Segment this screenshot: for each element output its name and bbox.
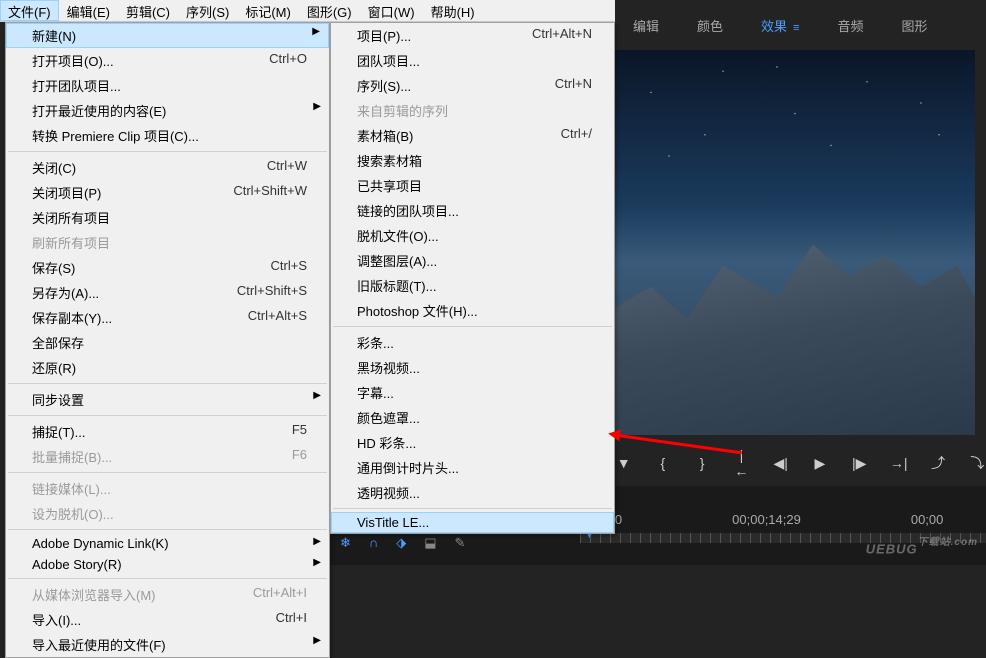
- menu-separator: [8, 578, 327, 579]
- menu-item-batch-capture: 批量捕捉(B)...F6: [6, 444, 329, 469]
- menu-item-open-project[interactable]: 打开项目(O)...Ctrl+O: [6, 48, 329, 73]
- menu-separator: [333, 326, 612, 327]
- menu-item-adobe-dynamic-link[interactable]: Adobe Dynamic Link(K)▶: [6, 533, 329, 554]
- ruler-label: 00;00: [911, 512, 944, 527]
- menu-item-close-all-projects[interactable]: 关闭所有项目: [6, 205, 329, 230]
- submenu-item-color-matte[interactable]: 颜色遮罩...: [331, 405, 614, 430]
- menu-item-save-copy[interactable]: 保存副本(Y)...Ctrl+Alt+S: [6, 305, 329, 330]
- menu-separator: [8, 529, 327, 530]
- extract-icon[interactable]: ⤵: [969, 453, 986, 473]
- marker-icon[interactable]: ⬓: [424, 535, 436, 551]
- watermark: UEBUG下载站.com: [866, 533, 978, 559]
- menu-clip[interactable]: 剪辑(C): [118, 0, 178, 21]
- viewer-image: [615, 50, 975, 262]
- menu-separator: [333, 508, 612, 509]
- menu-item-refresh-all-projects: 刷新所有项目: [6, 230, 329, 255]
- play-icon[interactable]: ▶: [811, 455, 828, 472]
- menu-item-save[interactable]: 保存(S)Ctrl+S: [6, 255, 329, 280]
- menu-icon: ≡: [793, 22, 799, 34]
- menu-item-save-as[interactable]: 另存为(A)...Ctrl+Shift+S: [6, 280, 329, 305]
- menu-item-import-recent[interactable]: 导入最近使用的文件(F)▶: [6, 632, 329, 657]
- menu-file[interactable]: 文件(F): [0, 0, 59, 21]
- workspace-tab-edit[interactable]: 编辑: [633, 16, 659, 35]
- menu-window[interactable]: 窗口(W): [360, 0, 423, 21]
- settings-icon[interactable]: ✎: [455, 535, 466, 551]
- workspace-tab-effects[interactable]: 效果≡: [761, 16, 799, 35]
- submenu-item-hd-bars[interactable]: HD 彩条...: [331, 430, 614, 455]
- submenu-item-universal-counting[interactable]: 通用倒计时片头...: [331, 455, 614, 480]
- ruler-label: 00;00;14;29: [732, 512, 801, 527]
- mark-out-icon[interactable]: }: [694, 455, 711, 471]
- timeline-tools: ❄ ∩ ⬗ ⬓ ✎: [338, 535, 572, 551]
- submenu-item-linked-team-project[interactable]: 链接的团队项目...: [331, 198, 614, 223]
- submenu-item-sequence[interactable]: 序列(S)...Ctrl+N: [331, 73, 614, 98]
- menu-item-make-offline: 设为脱机(O)...: [6, 501, 329, 526]
- step-forward-icon[interactable]: |▶: [851, 455, 868, 472]
- lift-icon[interactable]: ⤴: [929, 453, 946, 473]
- marker-add-icon[interactable]: ▼: [615, 455, 632, 471]
- submenu-item-search-bin[interactable]: 搜索素材箱: [331, 148, 614, 173]
- menu-item-link-media: 链接媒体(L)...: [6, 476, 329, 501]
- menu-item-sync-settings[interactable]: 同步设置▶: [6, 387, 329, 412]
- menu-help[interactable]: 帮助(H): [423, 0, 483, 21]
- menu-marker[interactable]: 标记(M): [237, 0, 299, 21]
- submenu-item-adjustment-layer[interactable]: 调整图层(A)...: [331, 248, 614, 273]
- workspace-tab-audio[interactable]: 音频: [837, 16, 863, 35]
- snap-icon[interactable]: ❄: [340, 535, 351, 551]
- menu-item-import-from-browser: 从媒体浏览器导入(M)Ctrl+Alt+I: [6, 582, 329, 607]
- menu-item-open-team-project[interactable]: 打开团队项目...: [6, 73, 329, 98]
- submenu-arrow-icon: ▶: [313, 557, 321, 568]
- submenu-item-captions[interactable]: 字幕...: [331, 380, 614, 405]
- submenu-arrow-icon: ▶: [313, 101, 321, 112]
- submenu-item-vistitle[interactable]: VisTitle LE...: [331, 512, 614, 533]
- submenu-item-sequence-from-clip: 来自剪辑的序列: [331, 98, 614, 123]
- menu-edit[interactable]: 编辑(E): [59, 0, 118, 21]
- submenu-item-bin[interactable]: 素材箱(B)Ctrl+/: [331, 123, 614, 148]
- menu-item-import[interactable]: 导入(I)...Ctrl+I: [6, 607, 329, 632]
- magnet-icon[interactable]: ∩: [369, 535, 378, 551]
- submenu-item-project[interactable]: 项目(P)...Ctrl+Alt+N: [331, 23, 614, 48]
- menu-item-close[interactable]: 关闭(C)Ctrl+W: [6, 155, 329, 180]
- menu-sequence[interactable]: 序列(S): [178, 0, 237, 21]
- submenu-item-legacy-title[interactable]: 旧版标题(T)...: [331, 273, 614, 298]
- menu-item-close-project[interactable]: 关闭项目(P)Ctrl+Shift+W: [6, 180, 329, 205]
- menu-item-open-recent[interactable]: 打开最近使用的内容(E)▶: [6, 98, 329, 123]
- submenu-item-team-project[interactable]: 团队项目...: [331, 48, 614, 73]
- menu-separator: [8, 383, 327, 384]
- workspace-tab-color[interactable]: 颜色: [697, 16, 723, 35]
- menu-item-new[interactable]: 新建(N)▶: [6, 23, 329, 48]
- program-monitor-viewer: [615, 50, 975, 435]
- mark-in-icon[interactable]: {: [654, 455, 671, 471]
- new-submenu-dropdown: 项目(P)...Ctrl+Alt+N 团队项目... 序列(S)...Ctrl+…: [330, 22, 615, 534]
- go-to-out-icon[interactable]: →|: [890, 455, 908, 471]
- submenu-arrow-icon: ▶: [313, 635, 321, 646]
- submenu-item-black-video[interactable]: 黑场视频...: [331, 355, 614, 380]
- menu-item-convert-clip[interactable]: 转换 Premiere Clip 项目(C)...: [6, 123, 329, 148]
- submenu-item-shared-project[interactable]: 已共享项目: [331, 173, 614, 198]
- submenu-arrow-icon: ▶: [313, 390, 321, 401]
- submenu-item-photoshop-file[interactable]: Photoshop 文件(H)...: [331, 298, 614, 323]
- submenu-arrow-icon: ▶: [312, 26, 320, 37]
- submenu-item-offline-file[interactable]: 脱机文件(O)...: [331, 223, 614, 248]
- menu-graphics[interactable]: 图形(G): [299, 0, 360, 21]
- menu-separator: [8, 151, 327, 152]
- menu-item-save-all[interactable]: 全部保存: [6, 330, 329, 355]
- workspace-tab-graphics[interactable]: 图形: [901, 16, 927, 35]
- menu-item-capture[interactable]: 捕捉(T)...F5: [6, 419, 329, 444]
- submenu-item-bars-tone[interactable]: 彩条...: [331, 330, 614, 355]
- file-menu-dropdown: 新建(N)▶ 打开项目(O)...Ctrl+O 打开团队项目... 打开最近使用…: [5, 22, 330, 658]
- submenu-arrow-icon: ▶: [313, 536, 321, 547]
- menu-item-revert[interactable]: 还原(R): [6, 355, 329, 380]
- menu-separator: [8, 472, 327, 473]
- menu-separator: [8, 415, 327, 416]
- workspace-tabs: 编辑 颜色 效果≡ 音频 图形: [615, 0, 986, 50]
- linked-selection-icon[interactable]: ⬗: [396, 535, 406, 551]
- step-back-icon[interactable]: ◀|: [772, 455, 789, 472]
- submenu-item-transparent-video[interactable]: 透明视频...: [331, 480, 614, 505]
- transport-controls: ▼ { } |← ◀| ▶ |▶ →| ⤴ ⤵: [615, 448, 986, 478]
